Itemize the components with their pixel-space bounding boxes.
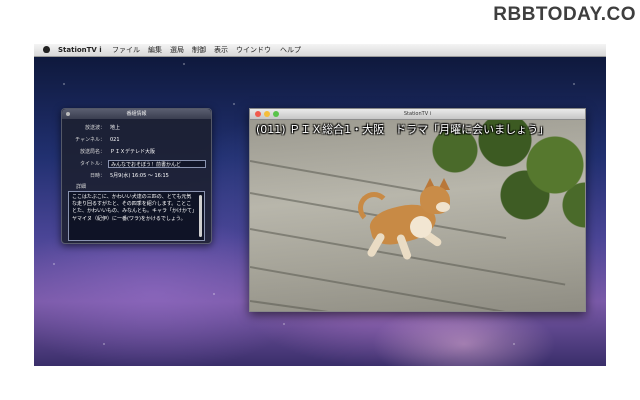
field-label: 放送局名： — [79, 149, 105, 155]
detail-text: ここはたぶこに、かわいい犬達の三匹の、とても元気な走り回るすがたと、その四季を紹… — [72, 194, 195, 222]
dog-leg — [366, 231, 386, 259]
tv-player-window: StationTV i (011) ＰＩＸ総合1・大阪 ドラマ「月曜に会いましょ… — [249, 108, 586, 312]
menu-item-help[interactable]: ヘルプ — [280, 44, 301, 56]
close-icon[interactable] — [66, 112, 70, 116]
field-channel: チャンネル： 021 — [62, 135, 211, 145]
title-field[interactable]: みんなでおそぼう！前書かんど — [108, 160, 206, 168]
tv-player-titlebar[interactable]: StationTV i — [250, 109, 585, 120]
detail-textarea[interactable]: ここはたぶこに、かわいい犬達の三匹の、とても元気な走り回るすがたと、その四季を紹… — [68, 191, 205, 241]
field-value: 地上 — [110, 125, 121, 131]
field-label: 日時： — [89, 173, 105, 179]
field-label: 放送波： — [84, 125, 105, 131]
program-info-window: 番組情報 放送波： 地上 チャンネル： 021 放送局名： ＰＩＸデテレド大阪 … — [61, 108, 212, 244]
menu-app-name[interactable]: StationTV i — [58, 44, 102, 56]
video-frame[interactable]: (011) ＰＩＸ総合1・大阪 ドラマ「月曜に会いましょう」 — [250, 120, 585, 311]
menu-bar: StationTV i ファイル 編集 選局 制御 表示 ウインドウ ヘルプ — [34, 44, 606, 57]
field-broadcast-type: 放送波： 地上 — [62, 123, 211, 133]
close-button[interactable] — [255, 111, 261, 117]
menu-item-window[interactable]: ウインドウ — [236, 44, 271, 56]
field-value: 5月9(水) 16:05 ～ 16:15 — [110, 173, 169, 179]
field-value: 021 — [110, 137, 120, 143]
stair-edge — [250, 300, 585, 311]
menu-item-view[interactable]: 表示 — [214, 44, 228, 56]
menu-item-control[interactable]: 制御 — [192, 44, 206, 56]
field-title: タイトル： みんなでおそぼう！前書かんど — [62, 159, 211, 169]
dog-muzzle — [436, 202, 450, 212]
zoom-button[interactable] — [273, 111, 279, 117]
field-value: みんなでおそぼう！前書かんど — [111, 162, 181, 168]
site-watermark: RBBTODAY.CO — [493, 4, 636, 25]
apple-icon[interactable] — [43, 46, 50, 53]
menu-item-file[interactable]: ファイル — [112, 44, 140, 56]
minimize-button[interactable] — [264, 111, 270, 117]
desktop-screen: StationTV i ファイル 編集 選局 制御 表示 ウインドウ ヘルプ 番… — [34, 44, 606, 366]
tv-player-title: StationTV i — [403, 111, 432, 117]
menu-item-channel[interactable]: 選局 — [170, 44, 184, 56]
field-station-name: 放送局名： ＰＩＸデテレド大阪 — [62, 147, 211, 157]
field-label: チャンネル： — [75, 137, 105, 143]
menu-item-edit[interactable]: 編集 — [148, 44, 162, 56]
field-datetime: 日時： 5月9(水) 16:05 ～ 16:15 — [62, 171, 211, 181]
field-label: タイトル： — [79, 161, 105, 167]
program-info-title: 番組情報 — [126, 111, 147, 117]
dog-chest — [410, 216, 432, 238]
stair-edge — [250, 266, 585, 311]
scrollbar[interactable] — [199, 195, 202, 237]
program-subtitle: (011) ＰＩＸ総合1・大阪 ドラマ「月曜に会いましょう」 — [256, 123, 550, 136]
detail-label: 詳細 — [76, 184, 87, 190]
field-value: ＰＩＸデテレド大阪 — [110, 149, 156, 155]
program-info-titlebar[interactable]: 番組情報 — [62, 109, 211, 119]
